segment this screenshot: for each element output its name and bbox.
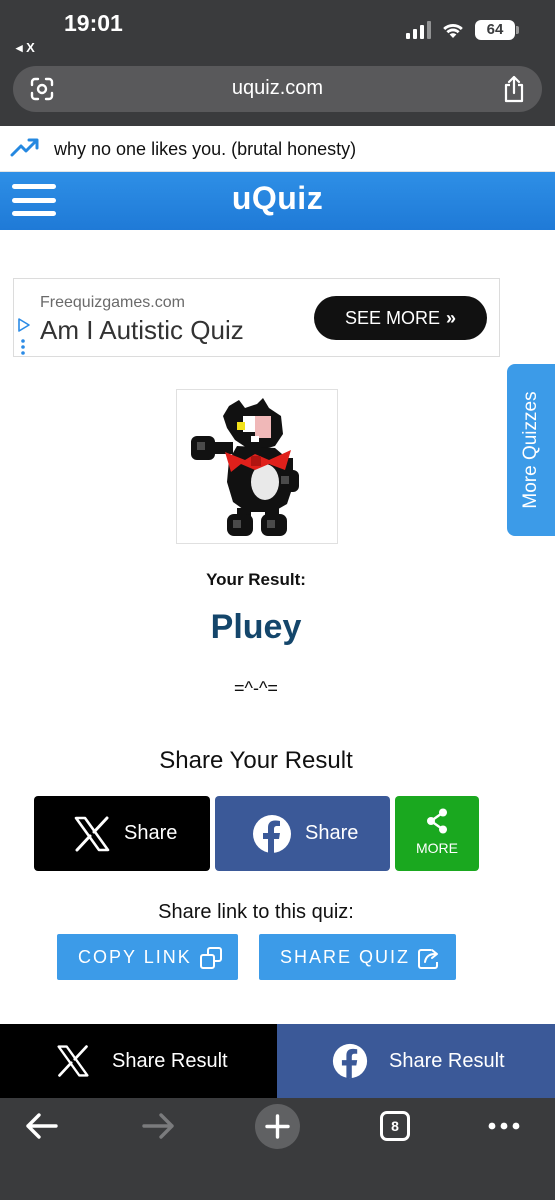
- share-x-label: Share: [124, 822, 178, 844]
- share-link-label: Share link to this quiz:: [158, 901, 354, 923]
- trending-quiz-title[interactable]: why no one likes you. (brutal honesty): [54, 139, 356, 160]
- pixel-cat-illustration: [191, 398, 299, 536]
- back-arrow-icon[interactable]: [24, 1112, 58, 1140]
- facebook-logo-icon: [332, 1043, 368, 1079]
- result-name: Pluey: [210, 608, 302, 646]
- new-tab-button[interactable]: [255, 1104, 300, 1149]
- plus-icon: [265, 1114, 290, 1139]
- tab-switcher-button[interactable]: 8: [380, 1111, 410, 1141]
- status-time: 19:01: [64, 10, 123, 36]
- x-logo-icon: [74, 816, 110, 852]
- share-on-facebook-button[interactable]: Share: [215, 796, 390, 871]
- double-chevron-right-icon: »: [446, 308, 457, 328]
- more-quizzes-label: More Quizzes: [520, 391, 541, 509]
- share-heading: Share Your Result: [159, 747, 353, 774]
- trending-up-icon: [10, 138, 39, 157]
- copy-icon: [200, 947, 222, 969]
- your-result-label: Your Result:: [206, 570, 306, 589]
- sticky-share-facebook-label: Share Result: [389, 1050, 505, 1072]
- url-text: uquiz.com: [231, 77, 324, 99]
- share-page-icon[interactable]: [502, 75, 526, 103]
- x-logo-icon: [57, 1045, 89, 1077]
- back-to-app-link[interactable]: ◂ X: [16, 40, 35, 56]
- share-nodes-icon: [427, 808, 447, 834]
- share-more-label: MORE: [416, 840, 458, 856]
- ad-see-more-button[interactable]: SEE MORE »: [314, 296, 487, 340]
- share-facebook-label: Share: [305, 822, 359, 844]
- cellular-signal-icon: [406, 21, 431, 39]
- copy-link-button[interactable]: COPY LINK: [57, 934, 238, 980]
- sticky-share-x-button[interactable]: Share Result: [0, 1024, 277, 1098]
- share-quiz-button[interactable]: SHARE QUIZ: [259, 934, 456, 980]
- ad-title[interactable]: Am I Autistic Quiz: [40, 315, 244, 346]
- address-bar[interactable]: uquiz.com: [13, 66, 542, 112]
- forward-arrow-icon[interactable]: [142, 1112, 176, 1140]
- browser-top-chrome: 19:01 ◂ X 64 uquiz.com: [0, 0, 555, 126]
- site-header: uQuiz: [0, 172, 555, 230]
- result-description: =^-^=: [234, 678, 278, 698]
- battery-icon: 64: [475, 20, 519, 40]
- facebook-logo-icon: [253, 815, 291, 853]
- wifi-icon: [443, 23, 463, 38]
- advertisement[interactable]: Freequizgames.com Am I Autistic Quiz SEE…: [13, 278, 500, 357]
- sticky-share-x-label: Share Result: [112, 1050, 228, 1072]
- copy-link-label: COPY LINK: [78, 947, 192, 967]
- more-options-icon[interactable]: [488, 1122, 520, 1130]
- ad-choices-icon[interactable]: [17, 317, 31, 355]
- ad-site-name: Freequizgames.com: [40, 294, 185, 311]
- share-more-button[interactable]: MORE: [395, 796, 479, 871]
- site-logo[interactable]: uQuiz: [0, 180, 555, 217]
- share-on-x-button[interactable]: Share: [34, 796, 210, 871]
- status-indicators: 64: [406, 20, 519, 40]
- share-quiz-label: SHARE QUIZ: [280, 947, 411, 967]
- result-image: [176, 389, 338, 544]
- browser-toolbar: 8: [0, 1098, 555, 1200]
- ad-button-label: SEE MORE: [344, 308, 440, 328]
- more-quizzes-tab[interactable]: More Quizzes: [507, 364, 555, 536]
- share-external-icon: [418, 949, 438, 969]
- sticky-share-facebook-button[interactable]: Share Result: [277, 1024, 555, 1098]
- trending-quiz-bar[interactable]: why no one likes you. (brutal honesty): [0, 126, 555, 172]
